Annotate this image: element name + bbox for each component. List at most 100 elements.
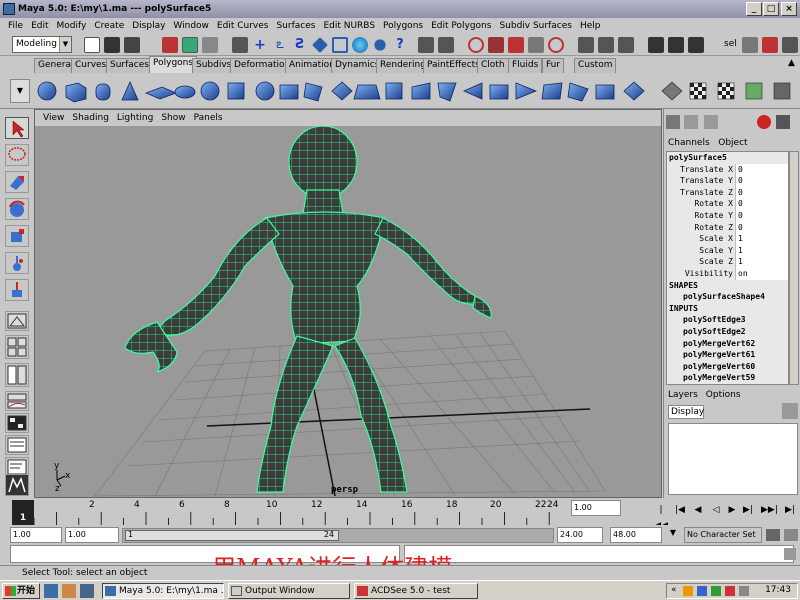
tab-surfaces[interactable]: Surfaces: [106, 58, 153, 73]
curve-mask-icon[interactable]: ఽ: [272, 37, 288, 53]
tray-volume-icon[interactable]: [711, 586, 721, 596]
snap-view-icon[interactable]: [508, 37, 524, 53]
input-node[interactable]: polySoftEdge3: [667, 314, 788, 326]
menu-surfaces[interactable]: Surfaces: [272, 18, 319, 34]
menu-edit-polygons[interactable]: Edit Polygons: [427, 18, 495, 34]
object-menu[interactable]: Object: [718, 138, 747, 148]
minimize-icon[interactable]: _: [746, 2, 762, 16]
tray-network-icon[interactable]: [697, 586, 707, 596]
anim-prefs-icon[interactable]: [784, 529, 798, 541]
tab-cloth[interactable]: Cloth: [477, 58, 509, 73]
output-ops-icon[interactable]: [598, 37, 614, 53]
snap-point-icon[interactable]: [488, 37, 504, 53]
new-scene-icon[interactable]: [84, 37, 100, 53]
tab-custom[interactable]: Custom: [574, 58, 617, 73]
vp-menu-lighting[interactable]: Lighting: [113, 110, 157, 126]
tab-painteffects[interactable]: PaintEffects: [423, 58, 484, 73]
uv-shelf-icons[interactable]: [660, 79, 800, 103]
channel-box-attr-icon[interactable]: [684, 115, 698, 129]
go-to-start-icon[interactable]: |◀◀: [653, 502, 669, 531]
ipr-render-icon[interactable]: [668, 37, 684, 53]
input-node[interactable]: polyMergeVert60: [667, 361, 788, 373]
channel-row[interactable]: Rotate X0: [667, 198, 788, 210]
input-node[interactable]: polyMergeVert61: [667, 349, 788, 361]
menu-create[interactable]: Create: [90, 18, 128, 34]
quicklaunch-outlook-icon[interactable]: [62, 584, 76, 598]
snap-surface-icon[interactable]: [528, 37, 544, 53]
show-hide-attr-icon[interactable]: [762, 37, 778, 53]
channel-row[interactable]: Translate Y0: [667, 175, 788, 187]
input-node[interactable]: polyMergeVert59: [667, 372, 788, 384]
render-globals-icon[interactable]: [688, 37, 704, 53]
channel-value-field[interactable]: 1: [735, 244, 788, 257]
layout-persp-outliner-icon[interactable]: [5, 363, 29, 387]
menu-subdiv-surfaces[interactable]: Subdiv Surfaces: [495, 18, 576, 34]
menu-help[interactable]: Help: [576, 18, 605, 34]
viewport-canvas[interactable]: persp y x z: [35, 125, 661, 497]
playback-start-field[interactable]: 1.00: [65, 527, 119, 543]
sel-dropdown-icon[interactable]: [742, 37, 758, 53]
channel-value-field[interactable]: 0: [735, 198, 788, 210]
channel-row[interactable]: Scale Y1: [667, 244, 788, 257]
snap-grid-icon[interactable]: [438, 37, 454, 53]
range-slider-track[interactable]: 1 24: [122, 528, 554, 543]
misc-mask-icon[interactable]: [374, 39, 386, 51]
channel-row[interactable]: Scale X1: [667, 233, 788, 245]
start-time-field[interactable]: 1.00: [10, 527, 62, 543]
end-time-field[interactable]: 48.00: [610, 527, 662, 543]
tab-fur[interactable]: Fur: [542, 58, 565, 73]
construction-history-icon[interactable]: [618, 37, 634, 53]
menu-modify[interactable]: Modify: [53, 18, 91, 34]
help-mask-icon[interactable]: ?: [392, 37, 408, 53]
channel-row[interactable]: Rotate Y0: [667, 209, 788, 222]
surface-mask-icon[interactable]: Ƨ: [292, 37, 308, 53]
quicklaunch-desktop-icon[interactable]: [80, 584, 94, 598]
menu-file[interactable]: File: [4, 18, 27, 34]
select-object-icon[interactable]: [182, 37, 198, 53]
vp-menu-panels[interactable]: Panels: [190, 110, 227, 126]
history-icon[interactable]: [548, 37, 564, 53]
lasso-tool-icon[interactable]: [5, 144, 29, 166]
layout-four-icon[interactable]: [5, 335, 29, 359]
layout-hypershade-icon[interactable]: [5, 413, 29, 433]
close-icon[interactable]: ×: [781, 2, 797, 16]
tab-curves[interactable]: Curves: [71, 58, 111, 73]
dynamics-mask-icon[interactable]: [332, 37, 348, 53]
deform-mask-icon[interactable]: [312, 37, 328, 53]
channel-row[interactable]: Rotate Z0: [667, 221, 788, 234]
channel-box-layer-icon[interactable]: [704, 115, 718, 129]
key-icon[interactable]: [766, 529, 780, 541]
mode-selector[interactable]: Modeling ▼: [12, 36, 72, 53]
current-time-field[interactable]: 1.00: [571, 500, 621, 516]
layout-persp-graph-icon[interactable]: [5, 391, 29, 411]
play-forwards-icon[interactable]: ▶: [725, 502, 739, 518]
select-tool-icon[interactable]: [5, 117, 29, 139]
vp-menu-view[interactable]: View: [39, 110, 68, 126]
show-channel-box-icon[interactable]: [782, 37, 798, 53]
step-back-key-icon[interactable]: |◀: [673, 502, 687, 518]
menu-edit[interactable]: Edit: [27, 18, 52, 34]
step-forward-frame-icon[interactable]: ▶|: [741, 502, 755, 518]
tray-expand-icon[interactable]: «: [671, 585, 677, 595]
channel-value-field[interactable]: 0: [735, 209, 788, 222]
channel-value-field[interactable]: 0: [735, 163, 788, 176]
polygon-shelf-icons[interactable]: [36, 79, 658, 103]
menu-display[interactable]: Display: [128, 18, 169, 34]
last-tool-icon[interactable]: [5, 279, 29, 301]
task-output-window[interactable]: Output Window: [228, 583, 350, 599]
input-node[interactable]: polySoftEdge2: [667, 326, 788, 338]
manipulator-tool-icon[interactable]: [5, 252, 29, 274]
step-back-frame-icon[interactable]: ◀: [691, 502, 705, 518]
tab-subdivs[interactable]: Subdivs: [192, 58, 236, 73]
channel-value-field[interactable]: on: [735, 267, 788, 280]
play-backwards-icon[interactable]: ◁: [709, 502, 723, 518]
move-tool-icon[interactable]: [5, 171, 29, 193]
snap-curve-icon[interactable]: [468, 37, 484, 53]
go-to-end-icon[interactable]: ▶|: [783, 502, 797, 518]
menu-edit-curves[interactable]: Edit Curves: [213, 18, 273, 34]
perspective-viewport[interactable]: View Shading Lighting Show Panels persp …: [34, 109, 662, 498]
input-ops-icon[interactable]: [578, 37, 594, 53]
tab-fluids[interactable]: Fluids: [508, 58, 543, 73]
menu-window[interactable]: Window: [169, 18, 213, 34]
layout-single-icon[interactable]: [5, 311, 29, 331]
